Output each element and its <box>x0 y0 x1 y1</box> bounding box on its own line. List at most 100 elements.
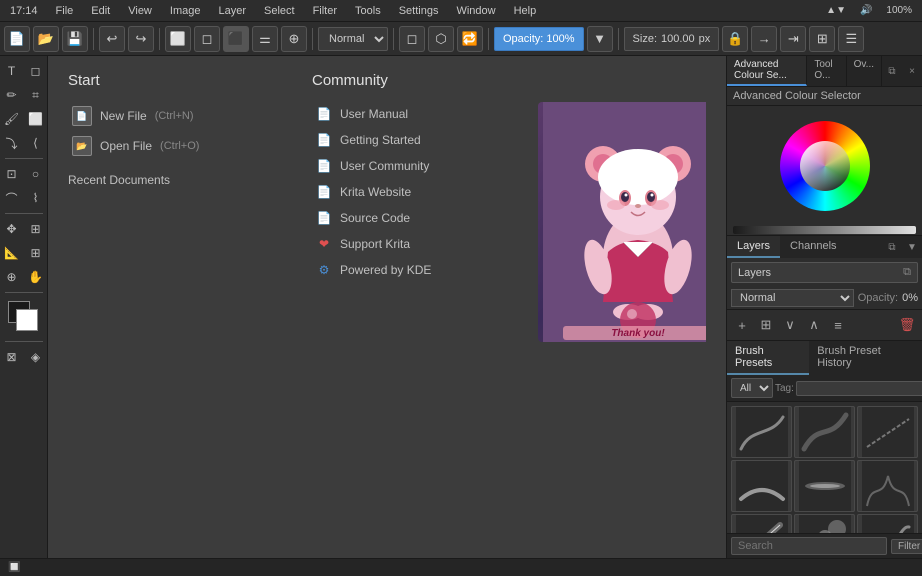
tool-3[interactable]: ⬛ <box>223 26 249 52</box>
brush-history-tab[interactable]: Brush Preset History <box>809 341 922 375</box>
save-btn[interactable]: 💾 <box>62 26 88 52</box>
text-tool-btn[interactable]: T <box>1 60 23 82</box>
color-wheel-area[interactable] <box>727 106 922 226</box>
comm-item-5[interactable]: ❤ Support Krita <box>312 231 498 257</box>
menu-settings[interactable]: Settings <box>395 4 443 18</box>
zoom-tool-btn[interactable]: ⊕ <box>1 266 23 288</box>
menu-file[interactable]: File <box>52 4 78 18</box>
panel-close-btn[interactable]: × <box>902 61 922 81</box>
opacity-menu-btn[interactable]: ▼ <box>587 26 613 52</box>
advanced-colour-tab[interactable]: Advanced Colour Se... <box>727 56 807 86</box>
add-layer-btn[interactable]: + <box>731 314 753 336</box>
menu-view[interactable]: View <box>124 4 156 18</box>
grid-tool-btn[interactable]: ⊞ <box>25 242 47 264</box>
layers-filter-btn[interactable]: ▼ <box>902 237 922 257</box>
crop-tool-btn[interactable]: ⌗ <box>25 84 47 106</box>
menu-help[interactable]: Help <box>510 4 541 18</box>
move-up-btn[interactable]: ∧ <box>803 314 825 336</box>
undo-btn[interactable]: ↩ <box>99 26 125 52</box>
slider-track-1[interactable] <box>733 226 916 234</box>
menu-layer[interactable]: Layer <box>214 4 250 18</box>
pencil-tool-btn[interactable]: ✏ <box>1 84 23 106</box>
move-tool-btn[interactable]: ✥ <box>1 218 23 240</box>
eraser-btn[interactable]: ◻ <box>399 26 425 52</box>
brush-cell-7[interactable] <box>794 514 855 533</box>
menu-tools[interactable]: Tools <box>351 4 385 18</box>
select-circ-btn[interactable]: ○ <box>25 163 47 185</box>
layer-blend-select[interactable]: Normal <box>731 289 854 307</box>
comm-item-1[interactable]: 📄 Getting Started <box>312 127 498 153</box>
brush-search-input[interactable] <box>731 537 887 555</box>
extra-tool-1[interactable]: ⊠ <box>1 346 23 368</box>
color-wheel[interactable] <box>780 121 870 211</box>
open-file-btn[interactable]: 📂 <box>33 26 59 52</box>
size-menu-btn[interactable]: ☰ <box>838 26 864 52</box>
size-arrow-btn[interactable]: → <box>751 26 777 52</box>
comm-item-3[interactable]: 📄 Krita Website <box>312 179 498 205</box>
brush-tag-filter[interactable] <box>796 381 922 396</box>
poly-lasso-btn[interactable]: ⌇ <box>25 187 47 209</box>
blend-btn[interactable]: ⬡ <box>428 26 454 52</box>
panel-float-btn[interactable]: ⧉ <box>882 61 902 81</box>
fill-tool-btn[interactable]: ⤵ <box>1 132 23 154</box>
brush-cell-8[interactable] <box>857 514 918 533</box>
new-file-item[interactable]: 📄 New File (Ctrl+N) <box>68 101 288 131</box>
shape-tool-btn[interactable]: ◻ <box>25 60 47 82</box>
move-down-btn[interactable]: ∨ <box>779 314 801 336</box>
hand-tool-btn[interactable]: ✋ <box>25 266 47 288</box>
tool-2[interactable]: ◻ <box>194 26 220 52</box>
size-add-btn[interactable]: ⊞ <box>809 26 835 52</box>
size-display[interactable]: Size: 100.00 px <box>624 27 720 51</box>
brush-cell-0[interactable] <box>731 406 792 458</box>
menu-image[interactable]: Image <box>166 4 205 18</box>
brush-cell-2[interactable] <box>857 406 918 458</box>
brush-cell-3[interactable] <box>731 460 792 512</box>
comm-item-6[interactable]: ⚙ Powered by KDE <box>312 257 498 283</box>
filter-in-tag-btn[interactable]: Filter in Tag... <box>891 539 922 554</box>
lasso-tool-btn[interactable]: ⌒ <box>1 187 23 209</box>
new-file-btn[interactable]: 📄 <box>4 26 30 52</box>
size-lock-btn[interactable]: 🔒 <box>722 26 748 52</box>
color-swatches[interactable] <box>8 301 40 333</box>
comm-item-0[interactable]: 📄 User Manual <box>312 101 498 127</box>
size-arrow2-btn[interactable]: ⇥ <box>780 26 806 52</box>
blend-mode-select[interactable]: Normal <box>318 27 388 51</box>
menu-window[interactable]: Window <box>452 4 499 18</box>
layers-float-btn[interactable]: ⧉ <box>882 237 902 257</box>
brush-cell-1[interactable] <box>794 406 855 458</box>
brush-cell-6[interactable] <box>731 514 792 533</box>
brush-tool-btn[interactable]: 🖌 <box>1 108 23 130</box>
transform-btn[interactable]: ⊞ <box>25 218 47 240</box>
extra-tool-2[interactable]: ◈ <box>25 346 47 368</box>
overview-tab[interactable]: Ov... <box>847 56 882 86</box>
tool-5[interactable]: ⊕ <box>281 26 307 52</box>
opacity-display[interactable]: Opacity: 100% <box>494 27 584 51</box>
layers-tab[interactable]: Layers <box>727 236 780 258</box>
select-rect-btn[interactable]: ⊡ <box>1 163 23 185</box>
layer-options-btn[interactable]: ≡ <box>827 314 849 336</box>
measure-tool-btn[interactable]: 📐 <box>1 242 23 264</box>
eraser-tool-btn[interactable]: ⬜ <box>25 108 47 130</box>
brush-presets-tab[interactable]: Brush Presets <box>727 341 809 375</box>
tool-1[interactable]: ⬜ <box>165 26 191 52</box>
background-color[interactable] <box>16 309 38 331</box>
redo-btn[interactable]: ↪ <box>128 26 154 52</box>
brush-cell-5[interactable] <box>857 460 918 512</box>
channels-tab[interactable]: Channels <box>780 236 846 258</box>
eyedrop-tool-btn[interactable]: ⟨ <box>25 132 47 154</box>
copy-layer-btn[interactable]: ⊞ <box>755 314 777 336</box>
comm-item-2[interactable]: 📄 User Community <box>312 153 498 179</box>
menu-edit[interactable]: Edit <box>87 4 114 18</box>
comm-item-4[interactable]: 📄 Source Code <box>312 205 498 231</box>
tool-4[interactable]: ⚌ <box>252 26 278 52</box>
tool-options-tab[interactable]: Tool O... <box>807 56 846 86</box>
delete-layer-btn[interactable]: 🗑 <box>896 314 918 336</box>
toolbar: 📄 📂 💾 ↩ ↪ ⬜ ◻ ⬛ ⚌ ⊕ Normal ◻ ⬡ 🔁 Opacity… <box>0 22 922 56</box>
menu-filter[interactable]: Filter <box>309 4 341 18</box>
refresh-btn[interactable]: 🔁 <box>457 26 483 52</box>
brush-all-select[interactable]: All <box>731 378 773 398</box>
menu-select[interactable]: Select <box>260 4 299 18</box>
open-file-item[interactable]: 📂 Open File (Ctrl+O) <box>68 131 288 161</box>
brush-cell-4[interactable] <box>794 460 855 512</box>
color-triangle[interactable] <box>800 141 850 191</box>
